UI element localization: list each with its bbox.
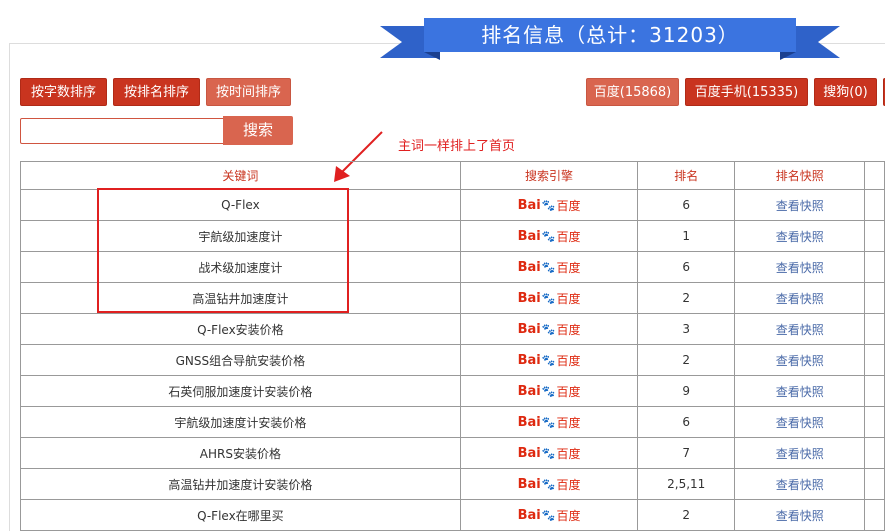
header-keyword: 关键词 xyxy=(20,161,461,190)
keyword-cell: AHRS安装价格 xyxy=(20,437,461,469)
snapshot-link[interactable]: 查看快照 xyxy=(734,251,866,283)
baidu-logo-icon: Bai 🐾 百度 xyxy=(517,383,581,399)
extra-cell xyxy=(864,375,885,407)
engine-sogou-button[interactable]: 搜狗(0) xyxy=(814,78,877,106)
engine-cell: Bai 🐾 百度 xyxy=(459,375,639,407)
table-row: Q-Flex在哪里买 Bai 🐾 百度 2 查看快照 xyxy=(20,499,885,531)
keyword-cell: 高温钻井加速度计安装价格 xyxy=(20,468,461,500)
sort-by-rank-button[interactable]: 按排名排序 xyxy=(113,78,200,106)
rank-cell: 7 xyxy=(637,437,736,469)
extra-cell xyxy=(864,313,885,345)
keyword-cell: 高温钻井加速度计 xyxy=(20,282,461,314)
rank-cell: 6 xyxy=(637,406,736,438)
rank-cell: 9 xyxy=(637,375,736,407)
extra-cell xyxy=(864,189,885,221)
baidu-logo-icon: Bai 🐾 百度 xyxy=(517,476,581,492)
table-row: 战术级加速度计 Bai 🐾 百度 6 查看快照 xyxy=(20,251,885,283)
baidu-logo-icon: Bai 🐾 百度 xyxy=(517,352,581,368)
table-row: Q-Flex安装价格 Bai 🐾 百度 3 查看快照 xyxy=(20,313,885,345)
table-row: GNSS组合导航安装价格 Bai 🐾 百度 2 查看快照 xyxy=(20,344,885,376)
baidu-logo-icon: Bai 🐾 百度 xyxy=(517,197,581,213)
title-ribbon: 排名信息（总计：31203） xyxy=(380,18,840,62)
engine-cell: Bai 🐾 百度 xyxy=(459,468,639,500)
rank-cell: 2 xyxy=(637,344,736,376)
engine-cell: Bai 🐾 百度 xyxy=(459,220,639,252)
table-row: 高温钻井加速度计 Bai 🐾 百度 2 查看快照 xyxy=(20,282,885,314)
header-rank: 排名 xyxy=(637,161,736,190)
keyword-cell: 战术级加速度计 xyxy=(20,251,461,283)
table-row: 宇航级加速度计安装价格 Bai 🐾 百度 6 查看快照 xyxy=(20,406,885,438)
snapshot-link[interactable]: 查看快照 xyxy=(734,220,866,252)
table-row: 石英伺服加速度计安装价格 Bai 🐾 百度 9 查看快照 xyxy=(20,375,885,407)
extra-cell xyxy=(864,220,885,252)
engine-cell: Bai 🐾 百度 xyxy=(459,406,639,438)
rank-cell: 3 xyxy=(637,313,736,345)
page-title: 排名信息（总计：31203） xyxy=(424,18,796,52)
baidu-logo-icon: Bai 🐾 百度 xyxy=(517,259,581,275)
snapshot-link[interactable]: 查看快照 xyxy=(734,499,866,531)
extra-cell xyxy=(864,406,885,438)
keyword-cell: 石英伺服加速度计安装价格 xyxy=(20,375,461,407)
engine-cell: Bai 🐾 百度 xyxy=(459,251,639,283)
header-snapshot: 排名快照 xyxy=(734,161,866,190)
snapshot-link[interactable]: 查看快照 xyxy=(734,282,866,314)
keyword-cell: Q-Flex在哪里买 xyxy=(20,499,461,531)
snapshot-link[interactable]: 查看快照 xyxy=(734,406,866,438)
table-row: AHRS安装价格 Bai 🐾 百度 7 查看快照 xyxy=(20,437,885,469)
search-button[interactable]: 搜索 xyxy=(223,116,293,145)
sort-by-time-button[interactable]: 按时间排序 xyxy=(206,78,291,106)
table-header-row: 关键词 搜索引擎 排名 排名快照 xyxy=(20,161,885,190)
engine-cell: Bai 🐾 百度 xyxy=(459,344,639,376)
sort-by-length-button[interactable]: 按字数排序 xyxy=(20,78,107,106)
table-row: Q-Flex Bai 🐾 百度 6 查看快照 xyxy=(20,189,885,221)
header-extra xyxy=(864,161,885,190)
rank-cell: 2 xyxy=(637,499,736,531)
table-row: 宇航级加速度计 Bai 🐾 百度 1 查看快照 xyxy=(20,220,885,252)
table-row: 高温钻井加速度计安装价格 Bai 🐾 百度 2,5,11 查看快照 xyxy=(20,468,885,500)
engine-cell: Bai 🐾 百度 xyxy=(459,282,639,314)
snapshot-link[interactable]: 查看快照 xyxy=(734,344,866,376)
header-engine: 搜索引擎 xyxy=(459,161,639,190)
rank-cell: 6 xyxy=(637,251,736,283)
rank-cell: 6 xyxy=(637,189,736,221)
keyword-cell: 宇航级加速度计安装价格 xyxy=(20,406,461,438)
extra-cell xyxy=(864,282,885,314)
engine-baidu-mobile-button[interactable]: 百度手机(15335) xyxy=(685,78,808,106)
keyword-ranking-table: 关键词 搜索引擎 排名 排名快照 Q-Flex Bai 🐾 百度 6 查看快照 宇航级加速度… xyxy=(20,161,885,531)
baidu-logo-icon: Bai 🐾 百度 xyxy=(517,228,581,244)
baidu-logo-icon: Bai 🐾 百度 xyxy=(517,507,581,523)
keyword-cell: Q-Flex xyxy=(20,189,461,221)
extra-cell xyxy=(864,437,885,469)
rank-cell: 2 xyxy=(637,282,736,314)
engine-cell: Bai 🐾 百度 xyxy=(459,437,639,469)
snapshot-link[interactable]: 查看快照 xyxy=(734,375,866,407)
snapshot-link[interactable]: 查看快照 xyxy=(734,189,866,221)
snapshot-link[interactable]: 查看快照 xyxy=(734,437,866,469)
engine-cell: Bai 🐾 百度 xyxy=(459,313,639,345)
baidu-logo-icon: Bai 🐾 百度 xyxy=(517,445,581,461)
engine-cell: Bai 🐾 百度 xyxy=(459,189,639,221)
extra-cell xyxy=(864,251,885,283)
extra-cell xyxy=(864,499,885,531)
rank-cell: 2,5,11 xyxy=(637,468,736,500)
search-input[interactable] xyxy=(20,118,224,144)
engine-baidu-button[interactable]: 百度(15868) xyxy=(586,78,679,106)
baidu-logo-icon: Bai 🐾 百度 xyxy=(517,414,581,430)
keyword-cell: 宇航级加速度计 xyxy=(20,220,461,252)
extra-cell xyxy=(864,344,885,376)
engine-cell: Bai 🐾 百度 xyxy=(459,499,639,531)
keyword-cell: Q-Flex安装价格 xyxy=(20,313,461,345)
extra-cell xyxy=(864,468,885,500)
baidu-logo-icon: Bai 🐾 百度 xyxy=(517,290,581,306)
keyword-cell: GNSS组合导航安装价格 xyxy=(20,344,461,376)
snapshot-link[interactable]: 查看快照 xyxy=(734,468,866,500)
snapshot-link[interactable]: 查看快照 xyxy=(734,313,866,345)
baidu-logo-icon: Bai 🐾 百度 xyxy=(517,321,581,337)
rank-cell: 1 xyxy=(637,220,736,252)
annotation-note: 主词一样排上了首页 xyxy=(398,139,516,154)
